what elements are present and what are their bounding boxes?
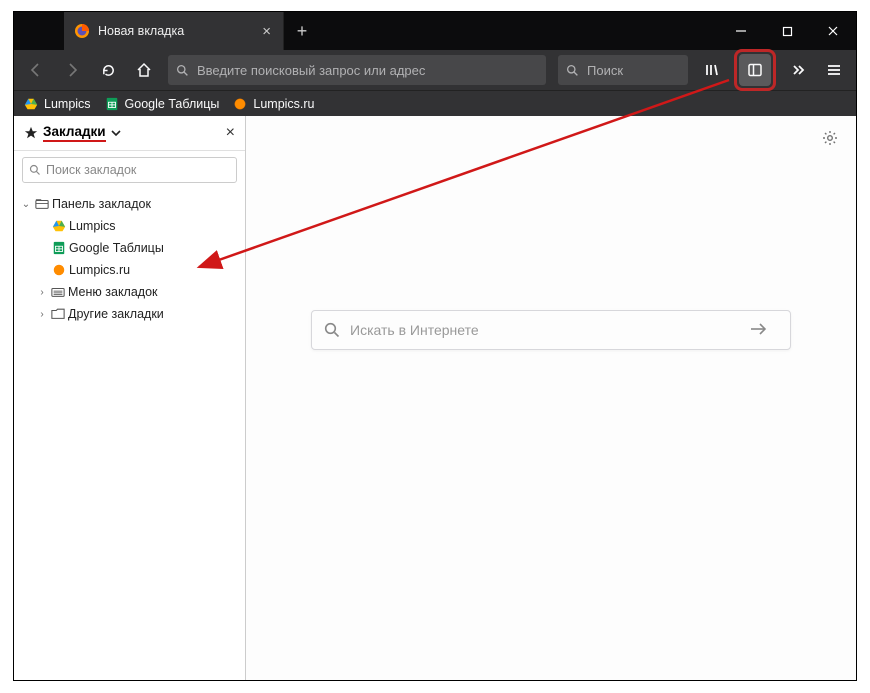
twisty-closed-icon: › — [36, 309, 48, 320]
annotation-highlight — [734, 49, 776, 91]
drive-icon — [24, 97, 38, 111]
bookmarks-toolbar: Lumpics Google Таблицы Lumpics.ru — [14, 90, 856, 116]
sidebar-title: Закладки — [43, 124, 106, 142]
sidebar-toggle-button[interactable] — [739, 54, 771, 86]
bookmarks-tree: ⌄ Панель закладок Lumpics Google Таблицы… — [14, 189, 245, 329]
tree-folder-label: Меню закладок — [68, 285, 158, 299]
search-icon — [324, 322, 340, 338]
menu-button[interactable] — [818, 54, 850, 86]
folder-toolbar-icon — [35, 197, 49, 211]
sidebar-switcher[interactable]: Закладки — [24, 124, 121, 142]
customize-button[interactable] — [822, 130, 838, 151]
page-content: Искать в Интернете — [246, 116, 856, 680]
bookmark-item[interactable]: Lumpics.ru — [233, 97, 314, 111]
url-bar[interactable]: Введите поисковый запрос или адрес — [168, 55, 546, 85]
search-icon — [566, 64, 579, 77]
sheets-icon — [105, 97, 119, 111]
twisty-closed-icon: › — [36, 287, 48, 298]
firefox-icon — [74, 23, 90, 39]
star-icon — [24, 126, 38, 140]
twisty-open-icon: ⌄ — [20, 199, 32, 210]
forward-button[interactable] — [56, 54, 88, 86]
search-bar[interactable]: Поиск — [558, 55, 688, 85]
tree-folder-other[interactable]: › Другие закладки — [14, 303, 245, 325]
titlebar: Новая вкладка × + — [14, 12, 856, 50]
close-tab-button[interactable]: × — [258, 23, 275, 40]
tree-item-label: Google Таблицы — [69, 241, 164, 255]
search-placeholder: Поиск — [587, 63, 623, 78]
tree-bookmark-item[interactable]: Google Таблицы — [14, 237, 245, 259]
browser-tab[interactable]: Новая вкладка × — [64, 12, 284, 50]
sidebar-search-input[interactable]: Поиск закладок — [22, 157, 237, 183]
library-icon[interactable] — [696, 54, 728, 86]
tree-folder-label: Панель закладок — [52, 197, 151, 211]
new-tab-button[interactable]: + — [284, 12, 320, 50]
bookmark-label: Lumpics — [44, 97, 91, 111]
tree-item-label: Lumpics.ru — [69, 263, 130, 277]
home-button[interactable] — [128, 54, 160, 86]
close-sidebar-button[interactable]: × — [226, 124, 235, 142]
bookmark-label: Google Таблицы — [125, 97, 220, 111]
orange-icon — [233, 97, 247, 111]
drive-icon — [52, 219, 66, 233]
back-button[interactable] — [20, 54, 52, 86]
folder-icon — [51, 307, 65, 321]
tree-folder-menu[interactable]: › Меню закладок — [14, 281, 245, 303]
arrow-right-icon — [750, 322, 778, 339]
tree-bookmark-item[interactable]: Lumpics.ru — [14, 259, 245, 281]
navbar: Введите поисковый запрос или адрес Поиск — [14, 50, 856, 90]
tree-item-label: Lumpics — [69, 219, 116, 233]
tree-folder-label: Другие закладки — [68, 307, 164, 321]
close-window-button[interactable] — [810, 12, 856, 50]
tree-folder-toolbar[interactable]: ⌄ Панель закладок — [14, 193, 245, 215]
search-icon — [29, 164, 41, 176]
tree-bookmark-item[interactable]: Lumpics — [14, 215, 245, 237]
bookmark-item[interactable]: Google Таблицы — [105, 97, 220, 111]
minimize-button[interactable] — [718, 12, 764, 50]
sidebar-search-placeholder: Поиск закладок — [46, 163, 136, 177]
maximize-button[interactable] — [764, 12, 810, 50]
chevron-down-icon — [111, 128, 121, 138]
overflow-button[interactable] — [782, 54, 814, 86]
folder-menu-icon — [51, 285, 65, 299]
orange-icon — [52, 263, 66, 277]
url-placeholder: Введите поисковый запрос или адрес — [197, 63, 425, 78]
sheets-icon — [52, 241, 66, 255]
search-icon — [176, 64, 189, 77]
bookmark-label: Lumpics.ru — [253, 97, 314, 111]
bookmarks-sidebar: Закладки × Поиск закладок ⌄ Панель закла… — [14, 116, 246, 680]
newtab-search-input[interactable]: Искать в Интернете — [311, 310, 791, 350]
gear-icon — [822, 130, 838, 146]
tab-title: Новая вкладка — [98, 24, 258, 38]
newtab-search-placeholder: Искать в Интернете — [350, 322, 479, 338]
reload-button[interactable] — [92, 54, 124, 86]
bookmark-item[interactable]: Lumpics — [24, 97, 91, 111]
